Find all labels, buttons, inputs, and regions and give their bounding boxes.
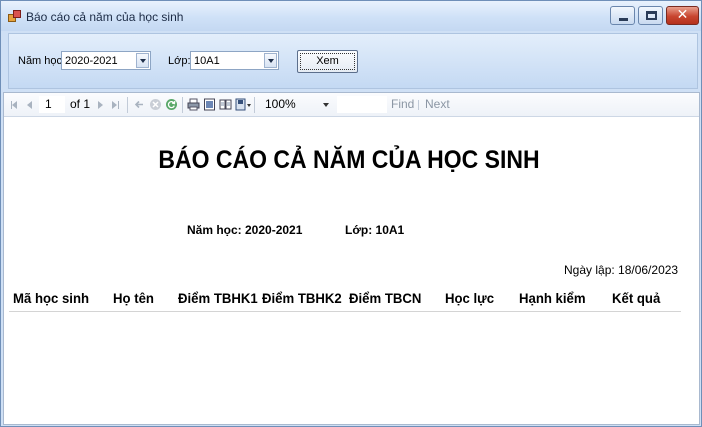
chevron-down-icon — [323, 103, 329, 107]
column-header: Điểm TBHK2 — [262, 290, 342, 306]
app-icon — [8, 10, 22, 22]
chevron-down-icon[interactable] — [136, 53, 149, 68]
close-button[interactable]: ✕ — [666, 6, 699, 25]
maximize-icon — [646, 11, 657, 20]
next-page-icon[interactable] — [98, 101, 103, 109]
year-label: Năm học: — [18, 55, 66, 67]
last-page-icon[interactable] — [112, 101, 117, 109]
find-next-button[interactable]: Next — [425, 98, 450, 111]
find-input[interactable] — [337, 96, 387, 113]
column-header: Hạnh kiểm — [519, 290, 586, 306]
zoom-value: 100% — [265, 97, 296, 111]
report-page: BÁO CÁO CẢ NĂM CỦA HỌC SINH Năm học: 202… — [4, 118, 699, 424]
stop-icon[interactable] — [149, 98, 162, 111]
last-page-icon-bar — [118, 101, 119, 109]
export-icon[interactable] — [235, 98, 252, 111]
close-icon: ✕ — [676, 7, 689, 23]
class-label: Lớp: — [168, 55, 191, 67]
column-header: Điểm TBHK1 — [178, 290, 258, 306]
find-button[interactable]: Find — [391, 98, 414, 111]
toolbar-separator — [127, 97, 128, 113]
toolbar-separator — [418, 100, 419, 110]
zoom-select[interactable]: 100% — [259, 96, 331, 113]
minimize-icon — [619, 18, 628, 21]
class-select-value: 10A1 — [194, 55, 220, 67]
first-page-icon-arrow — [12, 101, 17, 109]
report-title: BÁO CÁO CẢ NĂM CỦA HỌC SINH — [158, 146, 540, 174]
class-select[interactable]: 10A1 — [190, 51, 279, 70]
page-number-input[interactable]: 1 — [39, 96, 65, 113]
column-header: Điểm TBCN — [349, 290, 422, 306]
report-toolbar: 1 of 1 100% Find Next — [4, 93, 699, 117]
view-button[interactable]: Xem — [297, 50, 358, 73]
back-icon[interactable] — [133, 98, 146, 111]
report-viewer: 1 of 1 100% Find Next BÁO CÁO CẢ NĂM CỦA… — [3, 92, 700, 425]
window-title: Báo cáo cả năm của học sinh — [26, 10, 184, 24]
page-setup-icon[interactable] — [219, 98, 232, 111]
filter-panel: Năm học: 2020-2021 Lớp: 10A1 Xem — [8, 33, 698, 89]
maximize-button[interactable] — [638, 6, 663, 25]
column-header: Mã học sinh — [13, 290, 90, 306]
report-created-date: Ngày lập: 18/06/2023 — [564, 263, 679, 277]
print-layout-icon[interactable] — [203, 98, 216, 111]
column-header: Kết quả — [612, 290, 661, 306]
prev-page-icon[interactable] — [27, 101, 32, 109]
year-select-value: 2020-2021 — [65, 55, 118, 67]
column-header: Học lực — [445, 290, 495, 306]
title-bar[interactable]: Báo cáo cả năm của học sinh ✕ — [1, 1, 701, 31]
report-year-info: Năm học: 2020-2021 — [187, 223, 303, 237]
print-icon[interactable] — [187, 98, 200, 111]
minimize-button[interactable] — [610, 6, 635, 25]
column-header: Họ tên — [113, 290, 154, 306]
year-select[interactable]: 2020-2021 — [61, 51, 151, 70]
toolbar-separator — [182, 97, 183, 113]
refresh-icon[interactable] — [165, 98, 178, 111]
toolbar-separator — [254, 97, 255, 113]
page-count-label: of 1 — [70, 97, 91, 111]
report-window: Báo cáo cả năm của học sinh ✕ Năm học: 2… — [0, 0, 702, 427]
header-divider — [9, 311, 681, 312]
chevron-down-icon[interactable] — [264, 53, 277, 68]
report-class-info: Lớp: 10A1 — [345, 223, 405, 237]
